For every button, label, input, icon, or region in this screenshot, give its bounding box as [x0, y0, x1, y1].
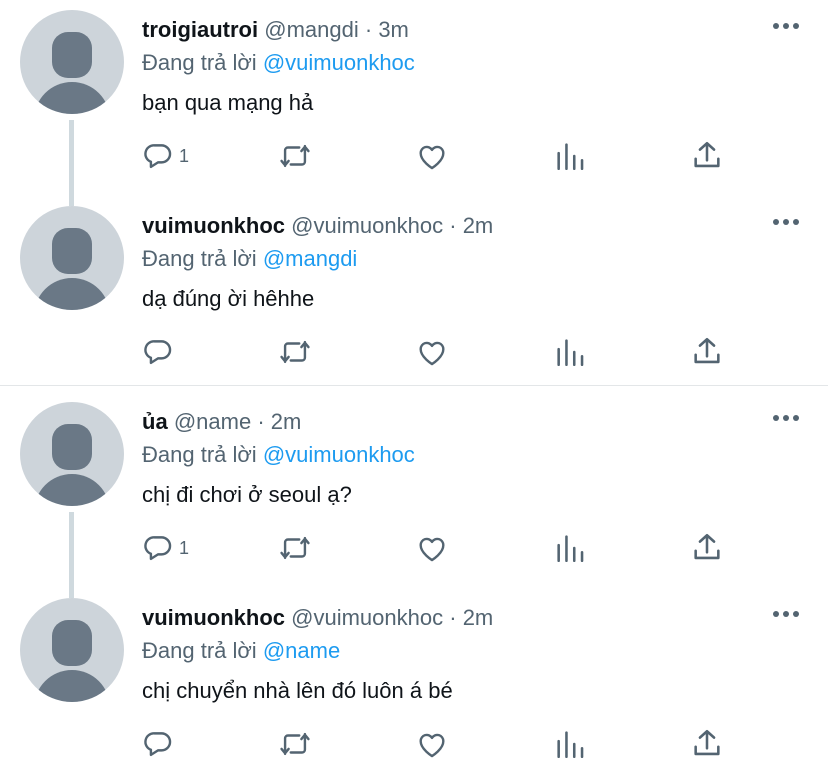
timestamp[interactable]: 2m: [463, 605, 494, 630]
retweet-icon: [280, 732, 310, 756]
replying-to-line: Đang trả lời @mangdi: [142, 245, 357, 273]
display-name[interactable]: vuimuonkhoc: [142, 213, 285, 238]
views-button[interactable]: [553, 136, 587, 176]
user-handle[interactable]: @vuimuonkhoc: [291, 605, 443, 630]
timestamp[interactable]: 3m: [378, 17, 409, 42]
like-button[interactable]: [415, 724, 449, 764]
heart-icon: [419, 145, 445, 170]
replying-to-line: Đang trả lời @vuimuonkhoc: [142, 441, 415, 469]
retweet-icon: [280, 340, 310, 364]
tweet-text: chị chuyển nhà lên đó luôn á bé: [142, 678, 453, 703]
heart-icon: [419, 733, 445, 758]
retweet-button[interactable]: [278, 332, 312, 372]
reply-mention-link[interactable]: @name: [263, 638, 340, 663]
retweet-button[interactable]: [278, 528, 312, 568]
views-button[interactable]: [553, 332, 587, 372]
reply-count: 1: [179, 145, 190, 166]
tweet-header: troigiautroi @mangdi · 3m: [142, 16, 409, 44]
views-button[interactable]: [553, 528, 587, 568]
retweet-icon: [280, 536, 310, 560]
tweet-text: chị đi chơi ở seoul ạ?: [142, 482, 352, 507]
share-icon: [694, 141, 720, 168]
more-horizontal-icon[interactable]: [772, 18, 800, 34]
user-handle[interactable]: @mangdi: [264, 17, 359, 42]
reply-button[interactable]: [141, 724, 179, 764]
tweet-item[interactable]: vuimuonkhoc @vuimuonkhoc · 2m Đang trả l…: [0, 588, 828, 784]
tweet-text: dạ đúng ời hêhhe: [142, 286, 315, 311]
replying-to-label: Đang trả lời: [142, 246, 257, 271]
reply-icon: [144, 732, 172, 757]
user-handle[interactable]: @vuimuonkhoc: [291, 213, 443, 238]
views-bar-chart-icon: [557, 339, 584, 367]
tweet-actions: 1: [0, 136, 828, 176]
replying-to-line: Đang trả lời @name: [142, 637, 340, 665]
display-name[interactable]: ủa: [142, 409, 168, 434]
share-icon: [694, 533, 720, 560]
avatar[interactable]: [20, 402, 124, 506]
display-name[interactable]: vuimuonkhoc: [142, 605, 285, 630]
replying-to-label: Đang trả lời: [142, 50, 257, 75]
timestamp[interactable]: 2m: [271, 409, 302, 434]
views-bar-chart-icon: [557, 535, 584, 563]
reply-icon: [144, 536, 172, 561]
like-button[interactable]: [415, 136, 449, 176]
tweet-item[interactable]: troigiautroi @mangdi · 3m Đang trả lời @…: [0, 0, 828, 196]
tweet-header: vuimuonkhoc @vuimuonkhoc · 2m: [142, 212, 493, 240]
avatar[interactable]: [20, 10, 124, 114]
share-button[interactable]: [690, 332, 724, 372]
reply-button[interactable]: [141, 332, 179, 372]
share-button[interactable]: [690, 528, 724, 568]
heart-icon: [419, 341, 445, 366]
separator-dot: ·: [257, 409, 265, 434]
tweet-text: bạn qua mạng hả: [142, 90, 314, 115]
avatar[interactable]: [20, 598, 124, 702]
tweet-header: vuimuonkhoc @vuimuonkhoc · 2m: [142, 604, 493, 632]
retweet-icon: [280, 144, 310, 168]
separator-dot: ·: [449, 213, 457, 238]
share-button[interactable]: [690, 136, 724, 176]
reply-button[interactable]: 1: [141, 528, 189, 568]
more-horizontal-icon[interactable]: [772, 214, 800, 230]
share-button[interactable]: [690, 724, 724, 764]
replying-to-line: Đang trả lời @vuimuonkhoc: [142, 49, 415, 77]
heart-icon: [419, 537, 445, 562]
like-button[interactable]: [415, 332, 449, 372]
views-bar-chart-icon: [557, 143, 584, 171]
timestamp[interactable]: 2m: [463, 213, 494, 238]
share-icon: [694, 337, 720, 364]
views-button[interactable]: [553, 724, 587, 764]
separator-dot: ·: [449, 605, 457, 630]
retweet-button[interactable]: [278, 136, 312, 176]
avatar[interactable]: [20, 206, 124, 310]
reply-mention-link[interactable]: @vuimuonkhoc: [263, 50, 415, 75]
reply-icon: [144, 340, 172, 365]
tweet-header: ủa @name · 2m: [142, 408, 301, 436]
replying-to-label: Đang trả lời: [142, 442, 257, 467]
display-name[interactable]: troigiautroi: [142, 17, 258, 42]
replying-to-label: Đang trả lời: [142, 638, 257, 663]
reply-mention-link[interactable]: @mangdi: [263, 246, 358, 271]
more-horizontal-icon[interactable]: [772, 410, 800, 426]
tweet-item[interactable]: ủa @name · 2m Đang trả lời @vuimuonkhoc …: [0, 392, 828, 588]
tweet-actions: [0, 724, 828, 764]
tweet-actions: [0, 332, 828, 372]
separator-dot: ·: [364, 17, 373, 42]
retweet-button[interactable]: [278, 724, 312, 764]
reply-count: 1: [179, 537, 190, 558]
views-bar-chart-icon: [557, 731, 584, 759]
tweet-actions: 1: [0, 528, 828, 568]
reply-mention-link[interactable]: @vuimuonkhoc: [263, 442, 415, 467]
like-button[interactable]: [415, 528, 449, 568]
share-icon: [694, 729, 720, 756]
user-handle[interactable]: @name: [174, 409, 251, 434]
reply-button[interactable]: 1: [141, 136, 189, 176]
tweet-item[interactable]: vuimuonkhoc @vuimuonkhoc · 2m Đang trả l…: [0, 196, 828, 392]
reply-icon: [144, 144, 172, 169]
more-horizontal-icon[interactable]: [772, 606, 800, 622]
